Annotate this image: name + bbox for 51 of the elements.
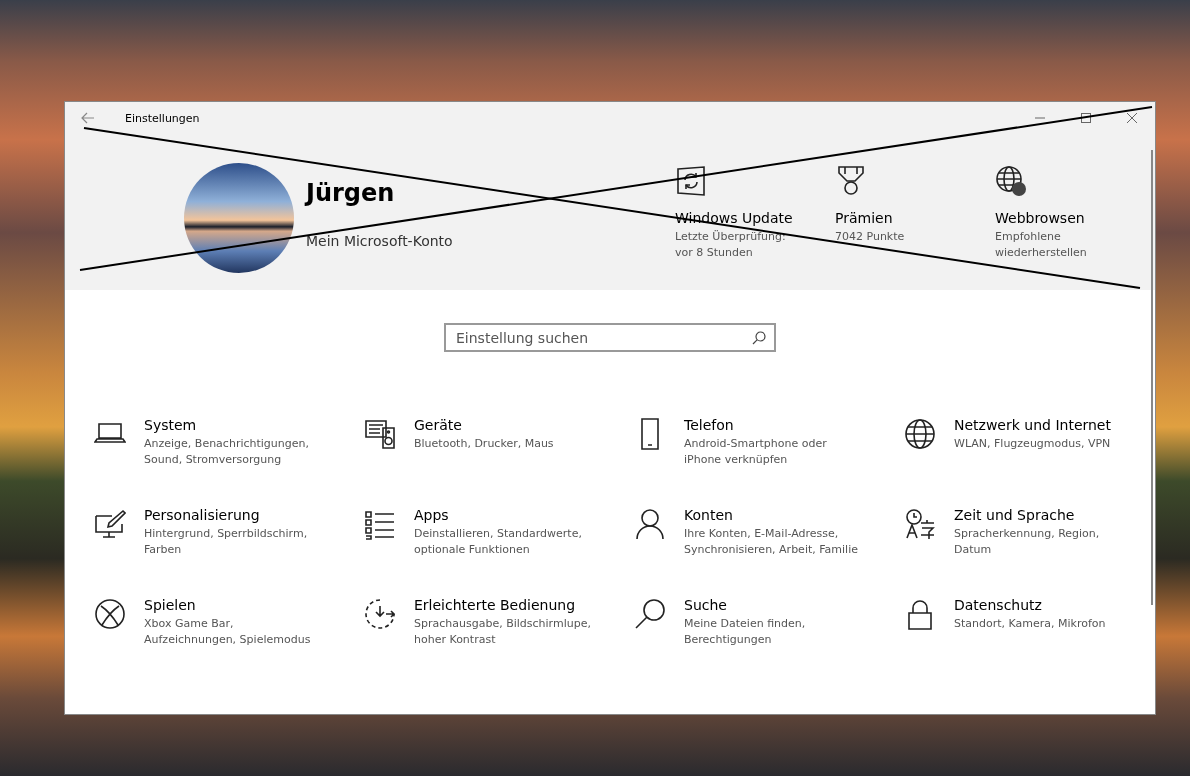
paint-monitor-icon xyxy=(94,508,126,540)
category-description: Hintergrund, Sperrbildschirm, Farben xyxy=(144,526,308,558)
category-title[interactable]: Konten xyxy=(684,506,858,524)
category-description: Deinstallieren, Standardwerte, optionale Funktionen xyxy=(414,526,582,558)
category-title[interactable]: System xyxy=(144,416,309,434)
category-title[interactable]: Telefon xyxy=(684,416,827,434)
category-title[interactable]: Spielen xyxy=(144,596,311,614)
search-field[interactable]: Einstellung suchen xyxy=(444,323,776,352)
back-arrow-icon[interactable] xyxy=(81,112,95,124)
category-description: Sprachausgabe, Bildschirmlupe, hoher Kontrast xyxy=(414,616,591,648)
category-title[interactable]: Geräte xyxy=(414,416,554,434)
category-description: Xbox Game Bar, Aufzeichnungen, Spielemodus xyxy=(144,616,311,648)
category-title[interactable]: Apps xyxy=(414,506,582,524)
quick-link-title[interactable]: Prämien xyxy=(835,209,905,227)
category-description: WLAN, Flugzeugmodus, VPN xyxy=(954,436,1111,452)
category-title[interactable]: Personalisierung xyxy=(144,506,308,524)
category-description: Meine Dateien finden, Berechtigungen xyxy=(684,616,806,648)
account-name: Jürgen xyxy=(306,179,396,207)
globe-icon xyxy=(995,165,1027,197)
category-title[interactable]: Netzwerk und Internet xyxy=(954,416,1111,434)
list-icon xyxy=(364,508,396,540)
search-icon xyxy=(752,330,766,345)
keyboard-speaker-icon xyxy=(364,418,396,450)
medal-icon xyxy=(835,165,867,197)
category-description: Anzeige, Benachrichtigungen, Sound, Stromversorgung xyxy=(144,436,309,468)
category-description: Bluetooth, Drucker, Maus xyxy=(414,436,554,452)
category-description: Android-Smartphone oder iPhone verknüpfen xyxy=(684,436,827,468)
category-title[interactable]: Datenschutz xyxy=(954,596,1106,614)
clock-letters-icon xyxy=(904,508,936,540)
category-title[interactable]: Zeit und Sprache xyxy=(954,506,1100,524)
search-icon xyxy=(634,598,666,630)
dashed-clock-icon xyxy=(364,598,396,630)
xbox-icon xyxy=(94,598,126,630)
quick-link-description: Letzte Überprüfung: vor 8 Stunden xyxy=(675,229,787,261)
category-title[interactable]: Erleichterte Bedienung xyxy=(414,596,591,614)
scrollbar[interactable] xyxy=(1151,150,1153,605)
globe-icon xyxy=(904,418,936,450)
person-icon xyxy=(634,508,666,540)
category-description: Spracherkennung, Region, Datum xyxy=(954,526,1100,558)
quick-link-title[interactable]: Webbrowsen xyxy=(995,209,1087,227)
close-icon[interactable] xyxy=(1126,112,1138,124)
quick-link-description: Empfohlene wiederherstellen xyxy=(995,229,1087,261)
maximize-icon[interactable] xyxy=(1080,112,1092,124)
account-link[interactable]: Mein Microsoft-Konto xyxy=(306,233,453,249)
category-title[interactable]: Suche xyxy=(684,596,806,614)
search-input[interactable]: Einstellung suchen xyxy=(456,329,752,346)
window-title: Einstellungen xyxy=(125,111,200,125)
update-icon xyxy=(675,165,707,197)
category-description: Standort, Kamera, Mikrofon xyxy=(954,616,1106,632)
category-description: Ihre Konten, E-Mail-Adresse, Synchronisieren, Arbeit, Familie xyxy=(684,526,858,558)
quick-link-description: 7042 Punkte xyxy=(835,229,905,245)
